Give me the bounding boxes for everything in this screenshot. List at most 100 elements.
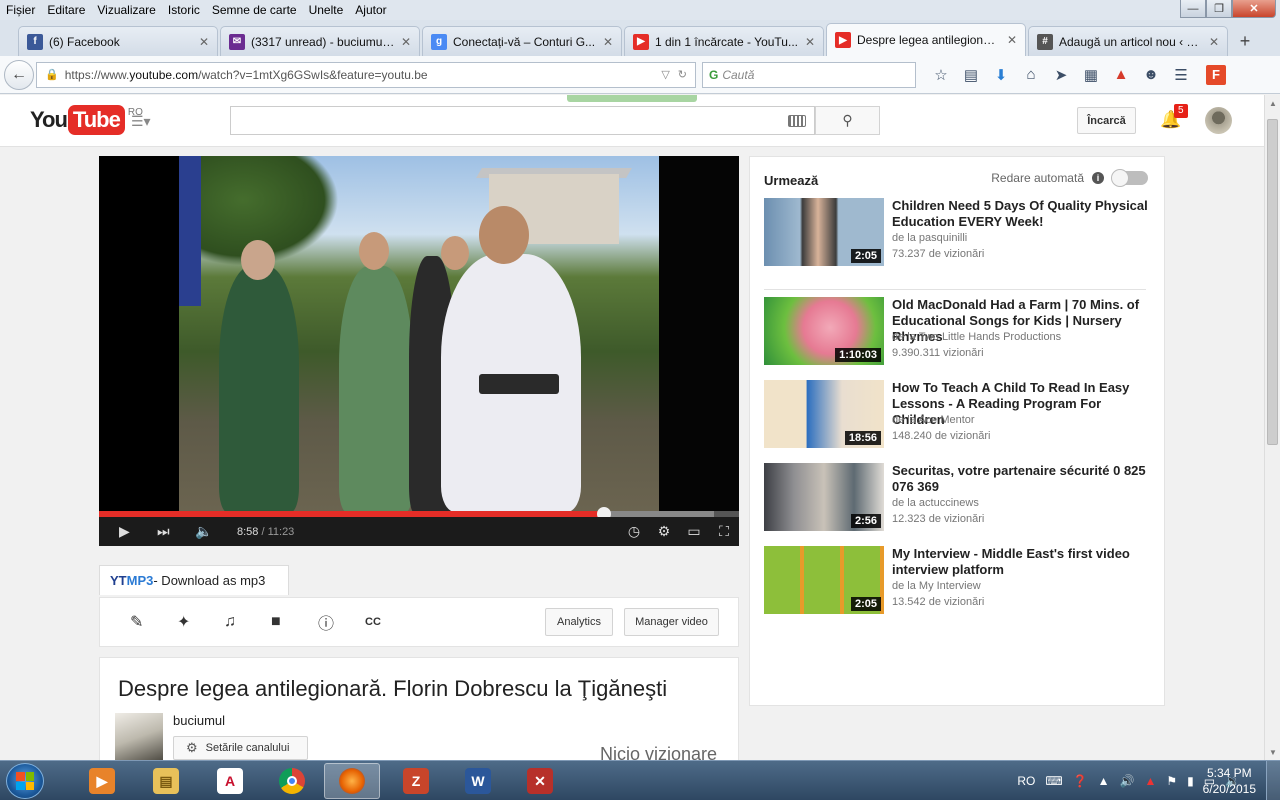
close-tab-icon[interactable]: ✕	[1209, 35, 1219, 49]
menu-hamburger-icon[interactable]: ☰	[1166, 63, 1196, 87]
keyboard-icon[interactable]	[788, 115, 806, 127]
audio-note-icon[interactable]: ♫	[224, 613, 271, 631]
avatar[interactable]	[1205, 107, 1232, 134]
info-icon[interactable]: ⓘ	[318, 610, 365, 634]
search-engine-icon[interactable]: G	[709, 68, 718, 82]
taskbar-firefox[interactable]	[324, 763, 380, 799]
feedly-icon[interactable]: F	[1206, 64, 1226, 85]
scrollbar-thumb[interactable]	[1267, 119, 1278, 445]
home-icon[interactable]: ⌂	[1016, 63, 1046, 87]
youtube-search-button[interactable]: ⚲	[815, 106, 880, 135]
close-tab-icon[interactable]: ✕	[199, 35, 209, 49]
recommended-video[interactable]: 18:56 How To Teach A Child To Read In Eas…	[764, 380, 1154, 450]
ytmp3-download-button[interactable]: YT MP3 - Download as mp3	[99, 565, 289, 595]
scroll-down-arrow[interactable]: ▼	[1265, 744, 1280, 760]
fullscreen-icon[interactable]: ⛶	[709, 523, 739, 540]
menu-bookmarks[interactable]: Semne de carte	[212, 3, 297, 17]
show-hidden-icons-icon[interactable]: ▲	[1098, 774, 1110, 788]
theater-mode-icon[interactable]: ▭	[679, 523, 709, 540]
youtube-search-input[interactable]	[230, 106, 815, 135]
browser-tab[interactable]: # Adaugă un articol nou ‹ B... ✕	[1028, 26, 1228, 56]
taskbar-word[interactable]: W	[450, 763, 506, 799]
recommended-video[interactable]: 1:10:03 Old MacDonald Had a Farm | 70 Min…	[764, 297, 1154, 367]
close-tab-icon[interactable]: ✕	[603, 35, 613, 49]
show-desktop-button[interactable]	[1266, 761, 1280, 800]
address-bar[interactable]: 🔒 https://www.youtube.com/watch?v=1mtXg6…	[36, 61, 696, 88]
dropdown-arrow-icon[interactable]: ▽	[661, 68, 669, 81]
downloads-icon[interactable]: ⬇	[986, 63, 1016, 87]
close-tab-icon[interactable]: ✕	[805, 35, 815, 49]
channel-name-link[interactable]: buciumul	[173, 713, 225, 728]
taskbar-filezilla[interactable]: Z	[388, 763, 444, 799]
menu-help[interactable]: Ajutor	[355, 3, 386, 17]
video-title-link[interactable]: Securitas, votre partenaire sécurité 0 8…	[892, 463, 1154, 495]
taskbar-pdf-reader[interactable]: A	[202, 763, 258, 799]
video-thumbnail[interactable]: 2:05	[764, 198, 884, 266]
speaker-icon[interactable]: 🔊	[1119, 774, 1134, 788]
video-title-link[interactable]: Children Need 5 Days Of Quality Physical…	[892, 198, 1154, 230]
enhancements-wand-icon[interactable]: ✦	[177, 612, 224, 632]
menu-edit[interactable]: Editare	[47, 3, 85, 17]
menu-file[interactable]: Fișier	[6, 3, 35, 17]
analytics-button[interactable]: Analytics	[545, 608, 613, 636]
play-icon[interactable]: ▶	[119, 523, 157, 540]
watch-later-icon[interactable]: ◷	[619, 523, 649, 540]
menu-view[interactable]: Vizualizare	[97, 3, 155, 17]
taskbar-media-player[interactable]: ▶	[74, 763, 130, 799]
browser-tab[interactable]: g Conectați-vă – Conturi G... ✕	[422, 26, 622, 56]
channel-settings-button[interactable]: ⚙ Setările canalului	[173, 736, 308, 760]
volume-icon[interactable]: 🔈	[195, 523, 233, 540]
browser-tab[interactable]: ▶ Despre legea antilegionar... ✕	[826, 23, 1026, 56]
restore-button[interactable]: ❐	[1206, 0, 1232, 18]
network-signal-icon[interactable]: ▮	[1187, 774, 1194, 788]
back-button[interactable]: ←	[4, 59, 34, 90]
guide-menu-icon[interactable]: ☰▾	[131, 113, 151, 130]
close-window-button[interactable]: ✕	[1232, 0, 1276, 18]
antivirus-tray-icon[interactable]: ▲	[1144, 774, 1156, 788]
action-center-flag-icon[interactable]: ⚑	[1166, 774, 1177, 788]
edit-pencil-icon[interactable]: ✎	[130, 612, 177, 632]
video-thumbnail[interactable]: 18:56	[764, 380, 884, 448]
recommended-video[interactable]: 2:05 My Interview - Middle East's first v…	[764, 546, 1154, 616]
video-player[interactable]: ▶ ⏭ 🔈 8:58 / 11:23 ◷ ⚙ ▭ ⛶	[99, 156, 739, 546]
video-title-link[interactable]: My Interview - Middle East's first video…	[892, 546, 1154, 578]
scroll-up-arrow[interactable]: ▲	[1265, 95, 1280, 111]
menu-tools[interactable]: Unelte	[309, 3, 344, 17]
addon-icon[interactable]: ▦	[1076, 63, 1106, 87]
language-indicator[interactable]: RO	[1017, 774, 1035, 788]
start-button[interactable]	[6, 763, 44, 799]
recommended-video[interactable]: 2:05 Children Need 5 Days Of Quality Phys…	[764, 198, 1154, 268]
browser-tab[interactable]: ✉ (3317 unread) - buciumul... ✕	[220, 26, 420, 56]
share-icon[interactable]: ➤	[1046, 63, 1076, 87]
new-tab-button[interactable]: +	[1230, 26, 1260, 56]
bookmark-star-icon[interactable]: ☆	[926, 63, 956, 87]
channel-avatar[interactable]	[115, 713, 163, 761]
taskbar-snipping[interactable]: ✕	[512, 763, 568, 799]
help-icon[interactable]: ❓	[1073, 774, 1088, 788]
settings-gear-icon[interactable]: ⚙	[649, 523, 679, 540]
close-tab-icon[interactable]: ✕	[1007, 33, 1017, 47]
youtube-logo[interactable]: You Tube RO	[30, 105, 143, 135]
close-tab-icon[interactable]: ✕	[401, 35, 411, 49]
upload-button[interactable]: Încarcă	[1077, 107, 1136, 134]
chat-icon[interactable]: ☻	[1136, 63, 1166, 87]
reading-list-icon[interactable]: ▤	[956, 63, 986, 87]
next-icon[interactable]: ⏭	[157, 523, 195, 540]
annotations-comment-icon[interactable]: ■	[271, 613, 318, 631]
browser-tab[interactable]: ▶ 1 din 1 încărcate - YouTu... ✕	[624, 26, 824, 56]
taskbar-explorer[interactable]: ▤	[138, 763, 194, 799]
video-manager-button[interactable]: Manager video	[624, 608, 719, 636]
keyboard-layout-icon[interactable]: ⌨	[1045, 774, 1062, 788]
video-frame[interactable]	[179, 156, 659, 512]
info-icon[interactable]: i	[1092, 172, 1104, 184]
menu-history[interactable]: Istoric	[168, 3, 200, 17]
autoplay-toggle[interactable]	[1111, 169, 1148, 187]
search-bar[interactable]: G Caută	[702, 61, 916, 88]
video-thumbnail[interactable]: 2:05	[764, 546, 884, 614]
minimize-button[interactable]: —	[1180, 0, 1206, 18]
antivirus-icon[interactable]: ▲	[1106, 63, 1136, 87]
video-thumbnail[interactable]: 2:56	[764, 463, 884, 531]
video-thumbnail[interactable]: 1:10:03	[764, 297, 884, 365]
captions-cc-icon[interactable]: CC	[365, 616, 412, 628]
reload-icon[interactable]: ↻	[678, 68, 687, 81]
